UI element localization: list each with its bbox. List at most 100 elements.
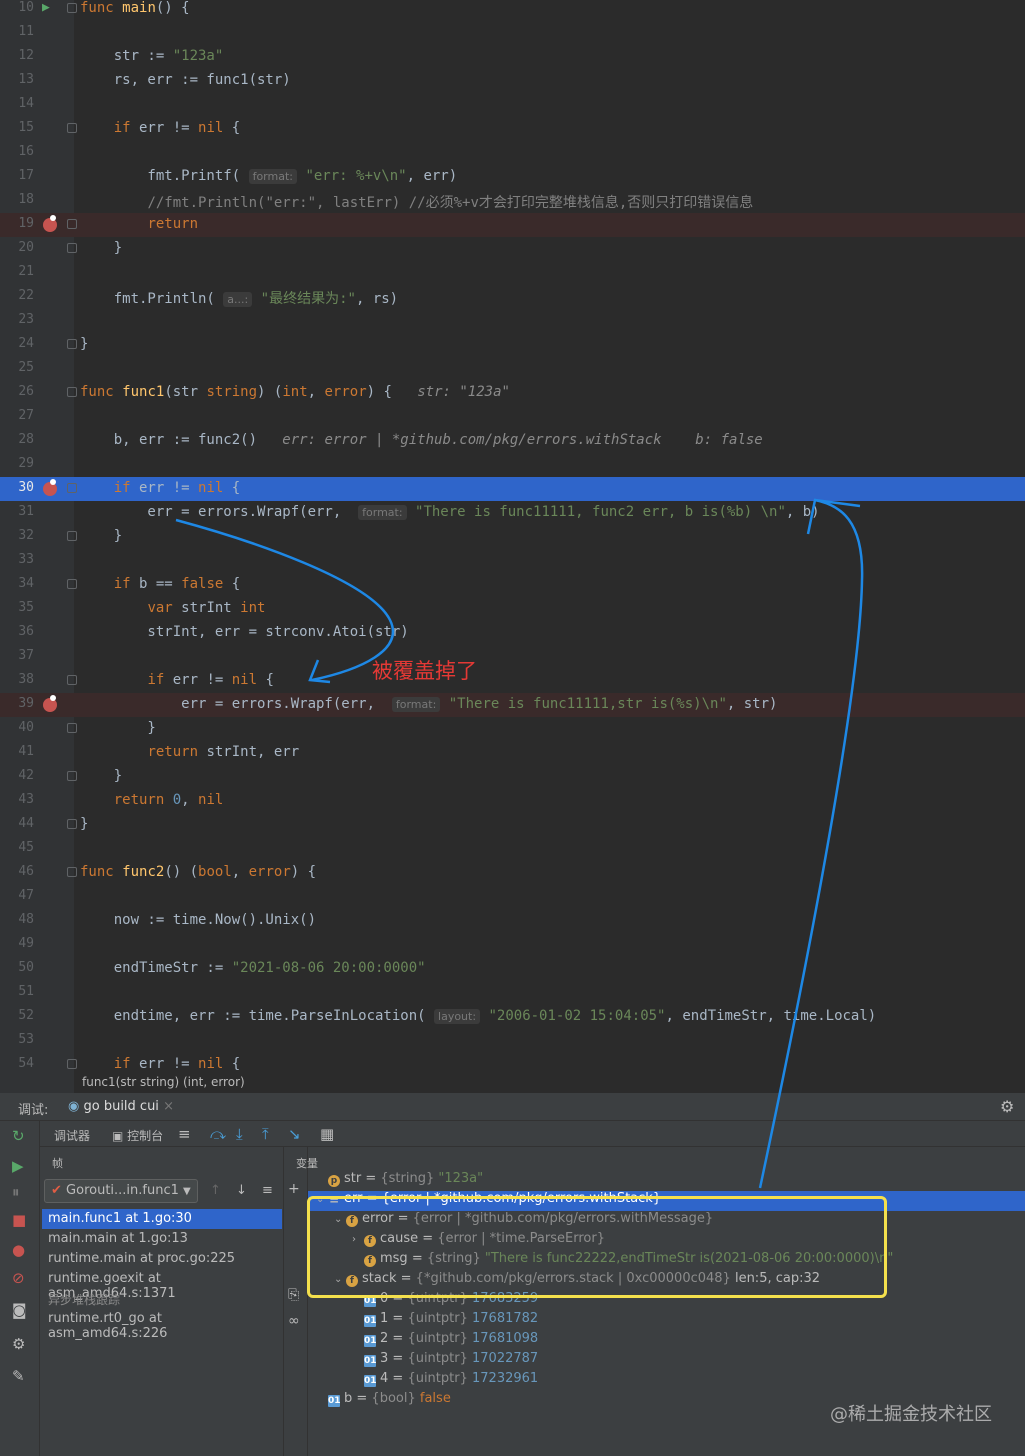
code-line[interactable]: 21 <box>0 261 1025 285</box>
frame-item[interactable]: runtime.rt0_go at asm_amd64.s:226 <box>42 1309 282 1341</box>
code-line[interactable]: 49 <box>0 933 1025 957</box>
run-to-cursor-icon[interactable]: ↘ <box>288 1125 301 1143</box>
fold-icon[interactable] <box>67 3 77 13</box>
code-line[interactable]: 18 //fmt.Println("err:", lastErr) //必须%+… <box>0 189 1025 213</box>
variable-row[interactable]: 01 4 = {uintptr} 17232961 <box>308 1371 1025 1391</box>
code-line[interactable]: 25 <box>0 357 1025 381</box>
code-line[interactable]: 20 } <box>0 237 1025 261</box>
fold-icon[interactable] <box>67 723 77 733</box>
variable-row[interactable]: p str = {string} "123a" <box>308 1171 1025 1191</box>
code-line[interactable]: 44} <box>0 813 1025 837</box>
add-watch-icon[interactable]: + <box>288 1181 300 1197</box>
filter-icon[interactable]: ≡ <box>262 1183 273 1198</box>
fold-icon[interactable] <box>67 243 77 253</box>
code-line[interactable]: 52 endtime, err := time.ParseInLocation(… <box>0 1005 1025 1029</box>
stop-icon[interactable]: ■ <box>12 1211 26 1229</box>
code-line[interactable]: 27 <box>0 405 1025 429</box>
fold-icon[interactable] <box>67 867 77 877</box>
code-line[interactable]: 17 fmt.Printf( format: "err: %+v\n", err… <box>0 165 1025 189</box>
code-editor[interactable]: 10 ▶ func main() {11 12 str := "123a" 13 rs,… <box>0 0 1025 1093</box>
close-icon[interactable]: × <box>163 1099 174 1114</box>
fold-icon[interactable] <box>67 123 77 133</box>
fold-icon[interactable] <box>67 675 77 685</box>
copy-icon[interactable]: ⎘ <box>288 1287 299 1303</box>
variable-row[interactable]: 01 3 = {uintptr} 17022787 <box>308 1351 1025 1371</box>
code-line[interactable]: 45 <box>0 837 1025 861</box>
step-out-icon[interactable]: ⤒ <box>262 1125 269 1143</box>
evaluate-icon[interactable]: ▦ <box>320 1125 334 1143</box>
code-line[interactable]: 46 func func2() (bool, error) { <box>0 861 1025 885</box>
fold-icon[interactable] <box>67 387 77 397</box>
variable-row[interactable]: 01 2 = {uintptr} 17681098 <box>308 1331 1025 1351</box>
watch-glasses-icon[interactable]: ∞ <box>288 1313 300 1329</box>
down-arrow-icon[interactable]: ↓ <box>236 1183 247 1198</box>
resume-icon[interactable]: ▶ <box>12 1157 24 1175</box>
settings-icon[interactable]: ⚙ <box>12 1335 25 1353</box>
camera-icon[interactable]: ◙ <box>12 1301 27 1319</box>
code-line[interactable]: 43 return 0, nil <box>0 789 1025 813</box>
code-line[interactable]: 24} <box>0 333 1025 357</box>
run-config-tab[interactable]: ◉ go build cui × <box>68 1099 174 1114</box>
code-line[interactable]: 31 err = errors.Wrapf(err, format: "Ther… <box>0 501 1025 525</box>
up-arrow-icon[interactable]: ↑ <box>210 1183 221 1198</box>
fold-icon[interactable] <box>67 339 77 349</box>
step-over-icon[interactable]: ⤼ <box>210 1125 226 1143</box>
code-line[interactable]: 30 if err != nil { <box>0 477 1025 501</box>
code-line[interactable]: 10 ▶ func main() { <box>0 0 1025 21</box>
frame-item[interactable]: runtime.goexit at asm_amd64.s:1371 <box>42 1269 282 1301</box>
code-line[interactable]: 51 <box>0 981 1025 1005</box>
code-line[interactable]: 23 <box>0 309 1025 333</box>
breadcrumb[interactable]: func1(str string) (int, error) <box>82 1075 245 1089</box>
code-line[interactable]: 41 return strInt, err <box>0 741 1025 765</box>
code-line[interactable]: 48 now := time.Now().Unix() <box>0 909 1025 933</box>
code-line[interactable]: 53 <box>0 1029 1025 1053</box>
code-line[interactable]: 13 rs, err := func1(str) <box>0 69 1025 93</box>
frame-item[interactable]: main.func1 at 1.go:30 <box>42 1209 282 1229</box>
run-gutter-icon[interactable]: ▶ <box>42 0 50 15</box>
code-line[interactable]: 42 } <box>0 765 1025 789</box>
code-line[interactable]: 28 b, err := func2() err: error | *githu… <box>0 429 1025 453</box>
view-breakpoints-icon[interactable]: ● <box>12 1241 25 1259</box>
fold-icon[interactable] <box>67 219 77 229</box>
code-line[interactable]: 36 strInt, err = strconv.Atoi(str) <box>0 621 1025 645</box>
gear-icon[interactable]: ⚙ <box>1000 1097 1014 1116</box>
code-line[interactable]: 39 err = errors.Wrapf(err, format: "Ther… <box>0 693 1025 717</box>
breakpoint-icon[interactable] <box>43 215 57 232</box>
code-line[interactable]: 12 str := "123a" <box>0 45 1025 69</box>
code-line[interactable]: 34 if b == false { <box>0 573 1025 597</box>
goroutine-select[interactable]: ✔ Gorouti...in.func1 ▼ <box>44 1179 198 1203</box>
frame-item[interactable]: main.main at 1.go:13 <box>42 1229 282 1249</box>
breakpoint-icon[interactable] <box>43 479 57 496</box>
code-line[interactable]: 40 } <box>0 717 1025 741</box>
code-line[interactable]: 19 return <box>0 213 1025 237</box>
code-line[interactable]: 50 endTimeStr := "2021-08-06 20:00:0000" <box>0 957 1025 981</box>
code-line[interactable]: 11 <box>0 21 1025 45</box>
code-line[interactable]: 35 var strInt int <box>0 597 1025 621</box>
fold-icon[interactable] <box>67 771 77 781</box>
code-line[interactable]: 29 <box>0 453 1025 477</box>
code-line[interactable]: 26 func func1(str string) (int, error) { … <box>0 381 1025 405</box>
code-line[interactable]: 32 } <box>0 525 1025 549</box>
fold-icon[interactable] <box>67 579 77 589</box>
code-line[interactable]: 37 <box>0 645 1025 669</box>
code-line[interactable]: 54 if err != nil { <box>0 1053 1025 1077</box>
step-into-icon[interactable]: ⤓ <box>236 1125 243 1143</box>
pause-icon[interactable]: ⏸ <box>12 1183 20 1201</box>
code-line[interactable]: 14 <box>0 93 1025 117</box>
breakpoint-icon[interactable] <box>43 695 57 712</box>
tab-debugger[interactable]: 调试器 <box>54 1127 90 1144</box>
rerun-icon[interactable]: ↻ <box>12 1127 25 1145</box>
tab-console[interactable]: ▣ 控制台 <box>112 1127 163 1144</box>
code-line[interactable]: 16 <box>0 141 1025 165</box>
mute-breakpoints-icon[interactable]: ⊘ <box>12 1269 25 1287</box>
fold-icon[interactable] <box>67 819 77 829</box>
code-line[interactable]: 38 if err != nil { <box>0 669 1025 693</box>
fold-icon[interactable] <box>67 531 77 541</box>
variable-row[interactable]: 01 1 = {uintptr} 17681782 <box>308 1311 1025 1331</box>
menu-icon[interactable]: ≡ <box>178 1125 191 1143</box>
frame-item[interactable]: runtime.main at proc.go:225 <box>42 1249 282 1269</box>
code-line[interactable]: 22 fmt.Println( a...: "最终结果为:", rs) <box>0 285 1025 309</box>
pin-icon[interactable]: ✎ <box>12 1367 25 1385</box>
fold-icon[interactable] <box>67 1059 77 1069</box>
code-line[interactable]: 15 if err != nil { <box>0 117 1025 141</box>
